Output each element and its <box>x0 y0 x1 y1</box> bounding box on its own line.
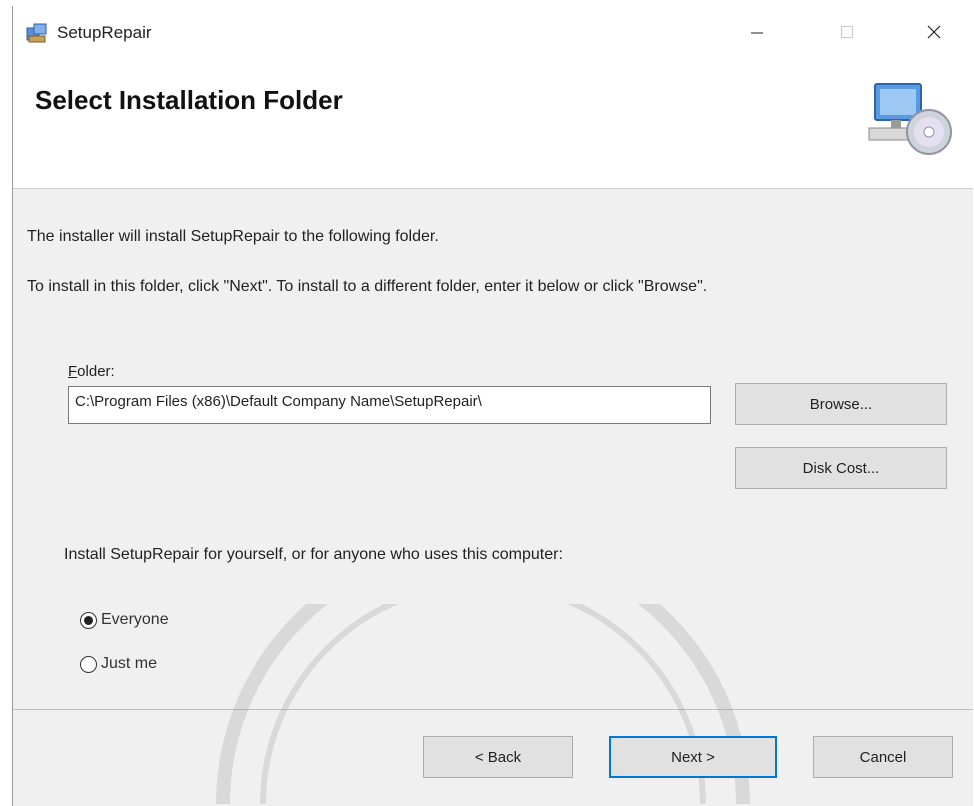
installer-app-icon <box>26 22 48 44</box>
radio-circle-selected <box>80 611 97 629</box>
maximize-button[interactable] <box>823 12 871 52</box>
radio-circle <box>80 655 97 673</box>
intro-text: The installer will install SetupRepair t… <box>27 228 439 245</box>
close-icon <box>927 25 941 39</box>
folder-label-accelerator: F <box>68 363 78 380</box>
browse-button[interactable]: Browse... <box>735 383 947 425</box>
installer-window: SetupRepair Select Installation Folder T… <box>12 6 973 806</box>
next-button[interactable]: Next > <box>609 736 777 778</box>
back-button[interactable]: < Back <box>423 736 573 778</box>
radio-everyone-label: Everyone <box>101 611 169 628</box>
instruction-text: To install in this folder, click "Next".… <box>27 278 708 295</box>
disk-cost-button[interactable]: Disk Cost... <box>735 447 947 489</box>
minimize-icon <box>751 32 763 34</box>
folder-path-input[interactable] <box>68 386 711 424</box>
radio-everyone[interactable]: Everyone <box>80 611 169 629</box>
computer-cd-icon <box>867 80 953 163</box>
install-scope-prompt: Install SetupRepair for yourself, or for… <box>64 546 563 563</box>
page-title: Select Installation Folder <box>35 85 343 115</box>
folder-label-text: older: <box>77 363 115 380</box>
cancel-button[interactable]: Cancel <box>813 736 953 778</box>
maximize-icon <box>841 26 853 38</box>
minimize-button[interactable] <box>733 12 781 52</box>
title-bar: SetupRepair <box>13 6 973 58</box>
close-button[interactable] <box>910 12 958 52</box>
folder-label: Folder: <box>68 363 115 380</box>
radio-just-me-label: Just me <box>101 655 158 672</box>
window-title: SetupRepair <box>57 23 152 42</box>
radio-just-me[interactable]: Just me <box>80 655 157 673</box>
header-banner: Select Installation Folder <box>13 58 973 189</box>
